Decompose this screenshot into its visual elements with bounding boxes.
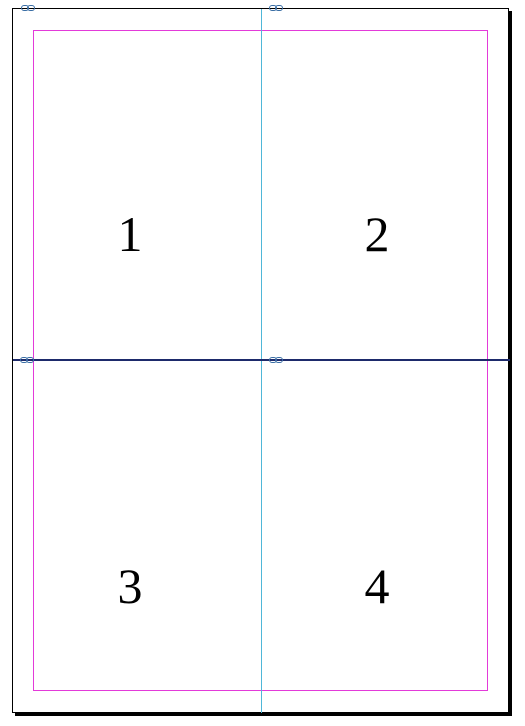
layout-canvas: 1 2 3 4 — [0, 0, 525, 726]
column-guide[interactable] — [261, 9, 262, 713]
link-icon[interactable] — [21, 5, 35, 11]
frame-number-2[interactable]: 2 — [347, 204, 407, 264]
frame-number-4[interactable]: 4 — [347, 556, 407, 616]
row-guide[interactable] — [13, 359, 510, 361]
frame-number-3[interactable]: 3 — [100, 556, 160, 616]
frame-number-1[interactable]: 1 — [100, 204, 160, 264]
link-icon[interactable] — [20, 357, 34, 363]
link-icon[interactable] — [269, 357, 283, 363]
link-icon[interactable] — [269, 5, 283, 11]
